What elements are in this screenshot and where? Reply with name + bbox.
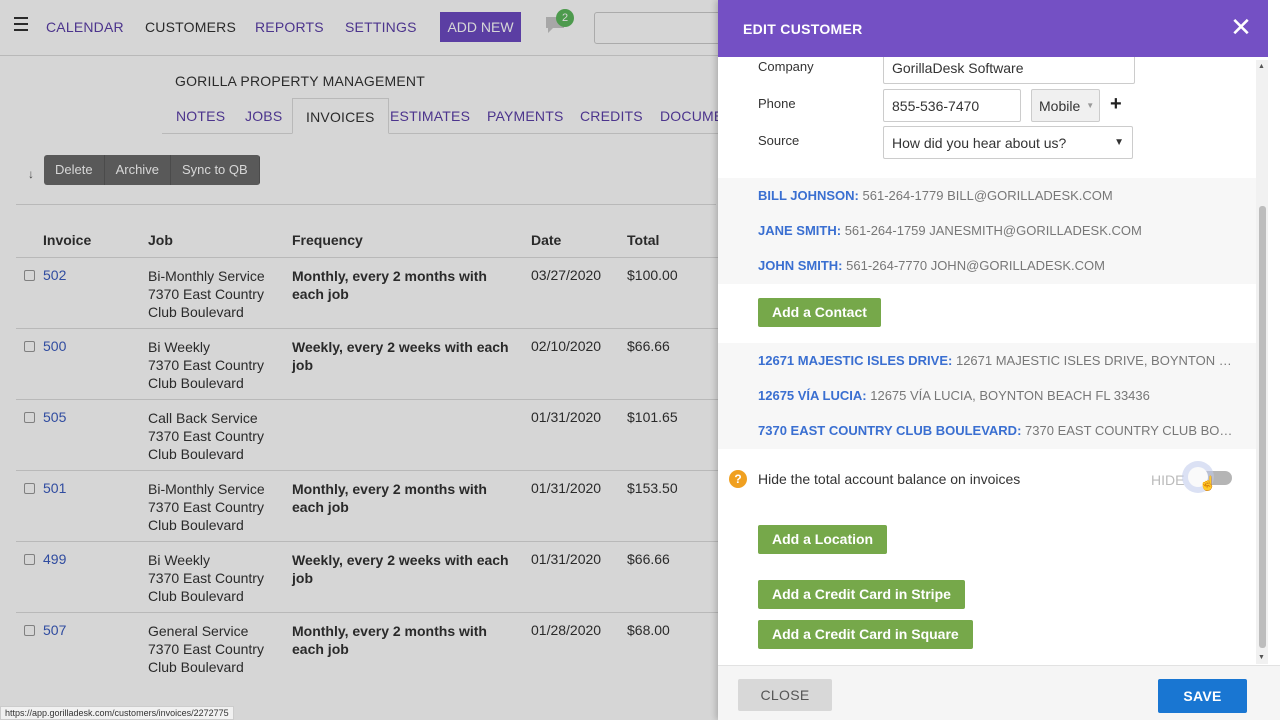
contact-item[interactable]: JANE SMITH: 561-264-1759 JANESMITH@GORIL… bbox=[758, 223, 1142, 238]
location-item[interactable]: 12675 VÍA LUCIA: 12675 VÍA LUCIA, BOYNTO… bbox=[758, 388, 1234, 403]
hide-toggle-label: HIDE bbox=[1151, 472, 1185, 488]
location-item[interactable]: 12671 MAJESTIC ISLES DRIVE: 12671 MAJEST… bbox=[758, 353, 1234, 368]
edit-customer-panel: EDIT CUSTOMER ✕ Company GorillaDesk Soft… bbox=[718, 0, 1280, 720]
contact-item[interactable]: BILL JOHNSON: 561-264-1779 BILL@GORILLAD… bbox=[758, 188, 1113, 203]
caret-icon: ▼ bbox=[1086, 101, 1095, 110]
locations-list: 12671 MAJESTIC ISLES DRIVE: 12671 MAJEST… bbox=[718, 343, 1256, 449]
location-item[interactable]: 7370 EAST COUNTRY CLUB BOULEVARD: 7370 E… bbox=[758, 423, 1234, 438]
panel-header: EDIT CUSTOMER ✕ bbox=[718, 0, 1268, 57]
help-icon[interactable]: ? bbox=[729, 470, 747, 488]
contact-item[interactable]: JOHN SMITH: 561-264-7770 JOHN@GORILLADES… bbox=[758, 258, 1105, 273]
close-icon[interactable]: ✕ bbox=[1230, 14, 1252, 40]
hide-balance-label: Hide the total account balance on invoic… bbox=[758, 471, 1021, 487]
company-field[interactable]: GorillaDesk Software bbox=[883, 57, 1135, 84]
add-location-button[interactable]: Add a Location bbox=[758, 525, 888, 554]
company-label: Company bbox=[758, 59, 814, 74]
add-phone-icon[interactable]: + bbox=[1110, 94, 1122, 114]
phone-type-select[interactable]: Mobile ▼ bbox=[1031, 89, 1100, 122]
source-label: Source bbox=[758, 133, 800, 148]
panel-title: EDIT CUSTOMER bbox=[743, 21, 863, 37]
contacts-list: BILL JOHNSON: 561-264-1779 BILL@GORILLAD… bbox=[718, 178, 1256, 284]
close-button[interactable]: CLOSE bbox=[738, 679, 832, 711]
add-stripe-card-button[interactable]: Add a Credit Card in Stripe bbox=[758, 580, 965, 609]
scroll-down-icon[interactable]: ▼ bbox=[1258, 654, 1265, 661]
dropdown-arrow-icon: ▼ bbox=[1114, 137, 1124, 148]
panel-body: Company GorillaDesk Software Phone 855-5… bbox=[718, 57, 1268, 665]
scroll-up-icon[interactable]: ▲ bbox=[1258, 63, 1265, 70]
hide-balance-row: ? Hide the total account balance on invo… bbox=[718, 458, 1256, 500]
pointer-cursor-icon: ☝ bbox=[1199, 475, 1217, 491]
scrollbar-thumb[interactable] bbox=[1259, 206, 1266, 648]
status-url: https://app.gorilladesk.com/customers/in… bbox=[0, 706, 234, 720]
save-button[interactable]: SAVE bbox=[1158, 679, 1247, 713]
panel-footer: CLOSE SAVE bbox=[718, 665, 1280, 720]
source-select[interactable]: How did you hear about us? ▼ bbox=[883, 126, 1133, 159]
phone-field[interactable]: 855-536-7470 bbox=[883, 89, 1021, 122]
phone-label: Phone bbox=[758, 96, 796, 111]
add-square-card-button[interactable]: Add a Credit Card in Square bbox=[758, 620, 973, 649]
add-contact-button[interactable]: Add a Contact bbox=[758, 298, 881, 327]
modal-backdrop[interactable] bbox=[0, 0, 718, 720]
